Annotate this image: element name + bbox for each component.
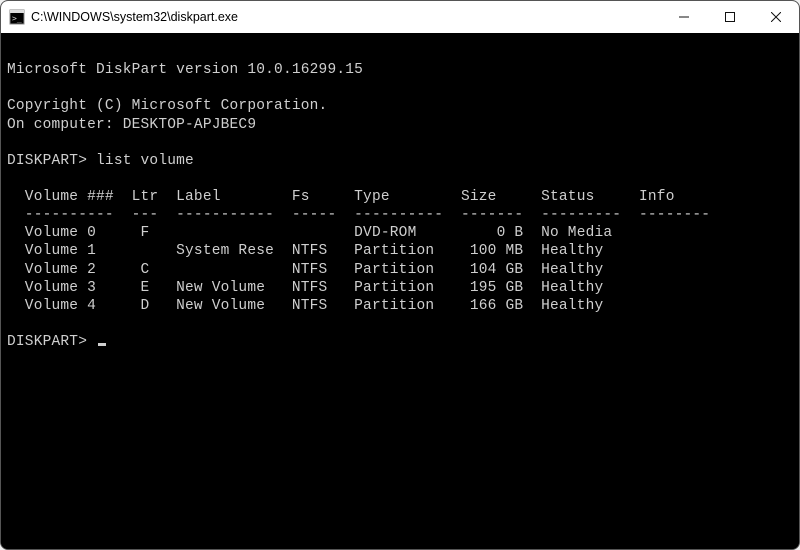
prompt-prefix: DISKPART> <box>7 153 96 169</box>
prompt-prefix: DISKPART> <box>7 334 96 350</box>
version-line: Microsoft DiskPart version 10.0.16299.15 <box>7 61 791 79</box>
computer-line: On computer: DESKTOP-APJBEC9 <box>7 116 791 134</box>
table-row: Volume 4 D New Volume NTFS Partition 166… <box>7 297 791 315</box>
close-icon <box>771 12 781 22</box>
cursor <box>98 343 106 346</box>
table-header: Volume ### Ltr Label Fs Type Size Status… <box>7 188 791 206</box>
table-row: Volume 3 E New Volume NTFS Partition 195… <box>7 279 791 297</box>
minimize-button[interactable] <box>661 1 707 33</box>
blank-line <box>7 134 791 152</box>
window-controls <box>661 1 799 33</box>
maximize-button[interactable] <box>707 1 753 33</box>
table-row: Volume 2 C NTFS Partition 104 GB Healthy <box>7 261 791 279</box>
copyright-line: Copyright (C) Microsoft Corporation. <box>7 97 791 115</box>
blank-line <box>7 43 791 61</box>
console-window: >_ C:\WINDOWS\system32\diskpart.exe Micr… <box>0 0 800 550</box>
prompt-line-1: DISKPART> list volume <box>7 152 791 170</box>
maximize-icon <box>725 12 735 22</box>
window-title: C:\WINDOWS\system32\diskpart.exe <box>31 10 238 24</box>
titlebar[interactable]: >_ C:\WINDOWS\system32\diskpart.exe <box>1 1 799 33</box>
minimize-icon <box>679 12 689 22</box>
blank-line <box>7 170 791 188</box>
table-divider: ---------- --- ----------- ----- -------… <box>7 206 791 224</box>
prompt-line-2[interactable]: DISKPART> <box>7 333 791 351</box>
svg-text:>_: >_ <box>12 14 22 23</box>
blank-line <box>7 315 791 333</box>
terminal-output[interactable]: Microsoft DiskPart version 10.0.16299.15… <box>1 33 799 549</box>
command-text: list volume <box>96 153 194 169</box>
table-row: Volume 0 F DVD-ROM 0 B No Media <box>7 224 791 242</box>
blank-line <box>7 79 791 97</box>
app-icon: >_ <box>9 9 25 25</box>
table-row: Volume 1 System Rese NTFS Partition 100 … <box>7 242 791 260</box>
close-button[interactable] <box>753 1 799 33</box>
